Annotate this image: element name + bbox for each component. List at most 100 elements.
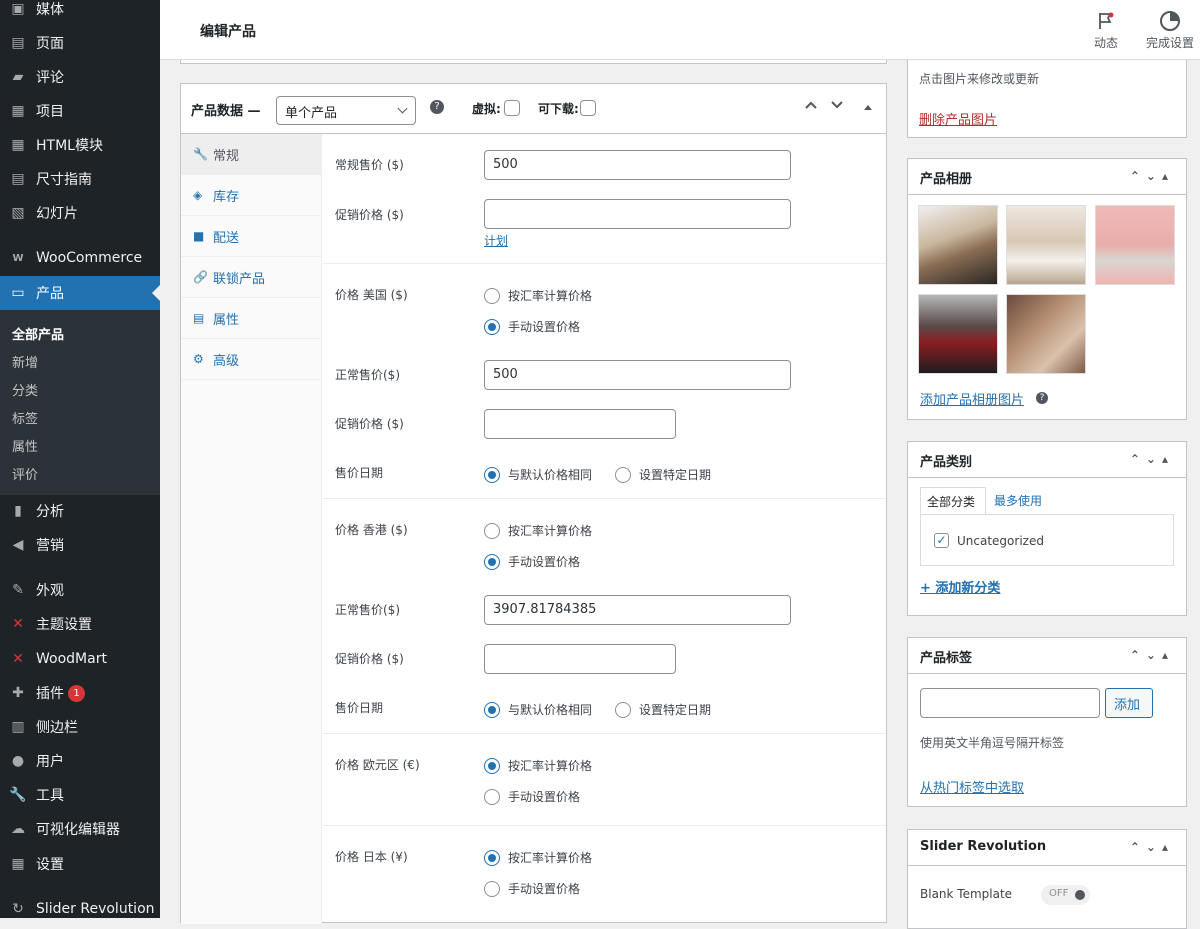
sidebar-item-19[interactable]: ▦ 设置 — [0, 847, 160, 881]
submenu-all-products[interactable]: 全部产品 — [12, 324, 64, 343]
add-gallery-images-link[interactable]: 添加产品相册图片 — [920, 389, 1024, 408]
sidebar-item-2[interactable]: ▰ 评论 — [0, 60, 160, 94]
gallery-thumbnail[interactable] — [1006, 294, 1086, 374]
hk-specific-date-radio[interactable] — [615, 702, 631, 718]
tag-input[interactable] — [920, 688, 1100, 718]
eu-exchange-radio[interactable] — [484, 758, 500, 774]
sidebar-item-6[interactable]: ▧ 幻灯片 — [0, 196, 160, 230]
tab-all-categories[interactable]: 全部分类 — [920, 487, 986, 515]
tab-inventory[interactable]: ◈ 库存 — [181, 175, 322, 216]
eu-manual-radio[interactable] — [484, 789, 500, 805]
sidebar-item-9[interactable]: ▮ 分析 — [0, 494, 160, 528]
divider — [323, 263, 886, 264]
tab-advanced[interactable]: ⚙ 高级 — [181, 339, 322, 380]
tab-most-used[interactable]: 最多使用 — [994, 492, 1042, 509]
schedule-link[interactable]: 计划 — [484, 232, 508, 249]
virtual-checkbox[interactable] — [504, 100, 520, 116]
finish-setup-button[interactable]: 完成设置 — [1140, 8, 1200, 51]
sidebar-item-5[interactable]: ▤ 尺寸指南 — [0, 162, 160, 196]
tab-shipping[interactable]: ■ 配送 — [181, 216, 322, 257]
submenu-tags[interactable]: 标签 — [12, 408, 38, 427]
tab-attributes[interactable]: ▤ 属性 — [181, 298, 322, 339]
help-icon[interactable]: ? — [430, 100, 444, 114]
sidebar-item-11[interactable]: ✎ 外观 — [0, 573, 160, 607]
archive-icon: ▭ — [11, 285, 25, 301]
gallery-thumbnail[interactable] — [1006, 205, 1086, 285]
products-submenu: 全部产品 新增 分类 标签 属性 评价 — [0, 310, 160, 495]
downloadable-checkbox[interactable] — [580, 100, 596, 116]
brush-icon: ✎ — [12, 582, 24, 598]
categories-header: 产品类别 ⌃⌄▴ — [908, 442, 1186, 478]
tab-linked-products[interactable]: 🔗 联锁产品 — [181, 257, 322, 298]
sidebar-item-20[interactable]: ↻ Slider Revolution — [0, 892, 160, 926]
hk-manual-radio[interactable] — [484, 554, 500, 570]
product-image-box: 点击图片来修改或更新 删除产品图片 — [907, 60, 1187, 138]
jp-exchange-radio[interactable] — [484, 850, 500, 866]
us-manual-radio[interactable] — [484, 319, 500, 335]
move-up-icon[interactable] — [804, 98, 818, 115]
add-tag-button[interactable]: 添加 — [1105, 688, 1153, 718]
box-controls-icon[interactable]: ⌃⌄▴ — [1130, 840, 1174, 854]
tab-general[interactable]: 🔧 常规 — [181, 134, 322, 175]
gallery-title: 产品相册 — [920, 172, 973, 187]
sidebar-item-label: WooCommerce — [36, 250, 143, 266]
hk-same-date-radio[interactable] — [484, 702, 500, 718]
sidebar-item-1[interactable]: ▤ 页面 — [0, 26, 160, 60]
gallery-thumbnail[interactable] — [918, 205, 998, 285]
us-sale-input[interactable] — [484, 409, 676, 439]
sidebar-item-label: 媒体 — [36, 2, 64, 18]
tags-hint: 使用英文半角逗号隔开标签 — [920, 736, 1065, 750]
hk-sale-input[interactable] — [484, 644, 676, 674]
hk-exchange-radio[interactable] — [484, 523, 500, 539]
regular-price-input[interactable]: 500 — [484, 150, 791, 180]
divider — [323, 498, 886, 499]
blank-template-toggle[interactable]: OFF — [1041, 885, 1090, 905]
activity-label: 动态 — [1093, 36, 1118, 50]
truck-icon: ■ — [193, 229, 205, 243]
category-checkbox[interactable]: ✓ — [934, 533, 949, 548]
sale-price-label: 促销价格 ($) — [335, 208, 404, 222]
gallery-thumbnail[interactable] — [918, 294, 998, 374]
move-down-icon[interactable] — [830, 98, 844, 115]
cloud-icon: ☁ — [11, 821, 25, 837]
us-exchange-radio[interactable] — [484, 288, 500, 304]
sidebar-item-15[interactable]: ▥ 侧边栏 — [0, 710, 160, 744]
box-controls-icon[interactable]: ⌃⌄▴ — [1130, 648, 1174, 662]
us-same-date-radio[interactable] — [484, 467, 500, 483]
sidebar-item-4[interactable]: ▦ HTML模块 — [0, 128, 160, 162]
sidebar-item-13[interactable]: ✕ WoodMart — [0, 642, 160, 676]
sidebar-item-0[interactable]: ▣ 媒体 — [0, 0, 160, 26]
submenu-reviews[interactable]: 评价 — [12, 464, 38, 483]
remove-image-link[interactable]: 删除产品图片 — [919, 109, 997, 128]
sidebar-item-7[interactable]: W WooCommerce — [0, 241, 160, 275]
box-controls-icon[interactable]: ⌃⌄▴ — [1130, 169, 1174, 183]
top-bar: 编辑产品 动态 完成设置 — [160, 0, 1200, 60]
submenu-add-new[interactable]: 新增 — [12, 352, 38, 371]
sale-price-input[interactable] — [484, 199, 791, 229]
submenu-categories[interactable]: 分类 — [12, 380, 38, 399]
sidebar-item-16[interactable]: ● 用户 — [0, 744, 160, 778]
refresh-icon: ↻ — [12, 901, 24, 917]
jp-manual-radio[interactable] — [484, 881, 500, 897]
sidebar-item-10[interactable]: ◀ 营销 — [0, 528, 160, 562]
slider-revolution-box: Slider Revolution ⌃⌄▴ Blank Template OFF — [907, 829, 1187, 929]
submenu-attributes[interactable]: 属性 — [12, 436, 38, 455]
sidebar-item-8[interactable]: ▭ 产品 — [0, 276, 160, 310]
us-regular-input[interactable]: 500 — [484, 360, 791, 390]
gallery-thumbnail[interactable] — [1095, 205, 1175, 285]
collapse-icon[interactable] — [863, 101, 873, 115]
tab-attributes-label: 属性 — [213, 312, 240, 328]
sidebar-item-17[interactable]: 🔧 工具 — [0, 778, 160, 812]
us-specific-date-radio[interactable] — [615, 467, 631, 483]
hk-regular-input[interactable]: 3907.81784385 — [484, 595, 791, 625]
sidebar-item-3[interactable]: ▦ 项目 — [0, 94, 160, 128]
add-category-link[interactable]: + 添加新分类 — [920, 577, 1000, 596]
box-controls-icon[interactable]: ⌃⌄▴ — [1130, 452, 1174, 466]
sidebar-item-14[interactable]: ✚ 插件 1 — [0, 676, 160, 710]
choose-popular-tags-link[interactable]: 从热门标签中选取 — [920, 777, 1024, 796]
product-type-select[interactable]: 单个产品 — [276, 96, 416, 125]
sidebar-item-12[interactable]: ✕ 主题设置 — [0, 607, 160, 641]
sidebar-item-18[interactable]: ☁ 可视化编辑器 — [0, 812, 160, 846]
activity-button[interactable]: 动态 — [1086, 8, 1126, 51]
help-icon[interactable]: ? — [1036, 392, 1048, 404]
